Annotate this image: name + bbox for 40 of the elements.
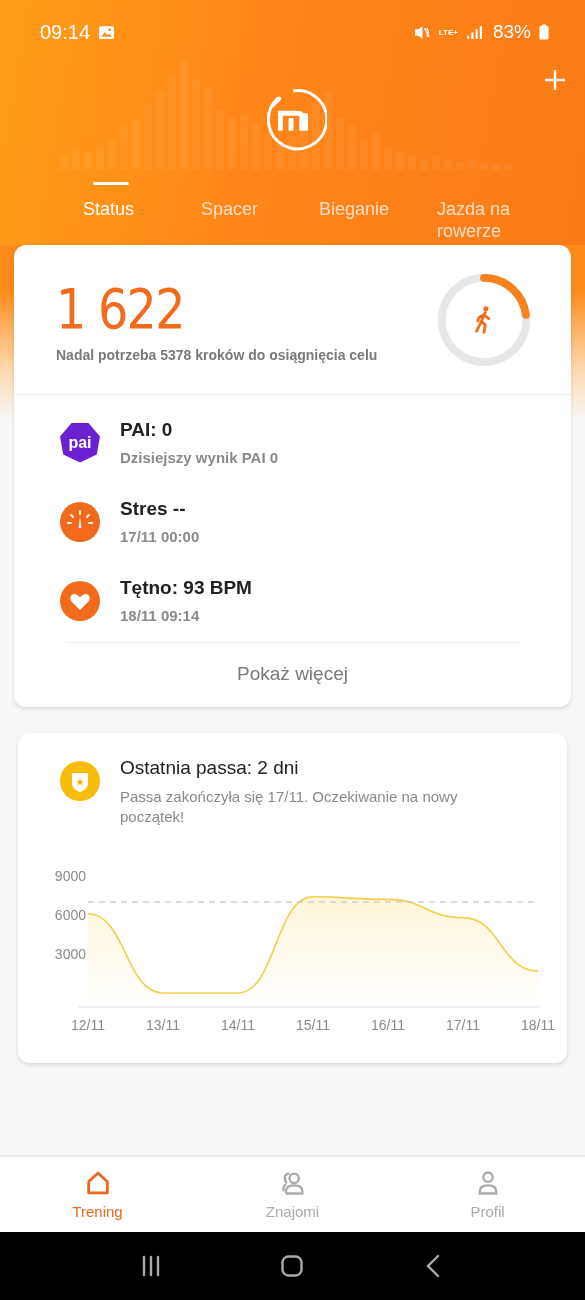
y-axis-label: 9000 [54,868,86,884]
step-count: 1 622 [56,276,185,341]
nav-tab[interactable]: Profil [427,1169,548,1220]
signal-icon [465,23,483,41]
show-more-link[interactable]: Pokaż więcej [237,643,348,707]
tab[interactable]: Bieganie [319,164,437,239]
clock-time: 09:14 [40,20,91,44]
metric-subtitle: 18/11 09:14 [120,607,201,624]
metric-subtitle: Dzisiejszy wynik PAI 0 [120,449,279,466]
nav-tab[interactable]: Trening [37,1169,158,1220]
network-type: LTE+ [438,27,458,37]
add-icon[interactable] [543,68,567,92]
tab[interactable]: Jazda na rowerze [437,164,533,239]
remaining-text: Nadal potrzeba 5378 kroków do osiągnięcia celu [56,346,378,363]
streak-description: Passa zakończyła się 17/11. Oczekiwanie na nowy początek! [120,787,459,827]
mute-icon [413,23,431,41]
battery-icon [539,24,549,40]
image-icon [98,23,116,41]
x-axis-label: 16/11 [371,1017,405,1033]
x-axis-label: 17/11 [446,1017,480,1033]
x-axis-label: 13/11 [146,1017,180,1033]
tab[interactable]: Status [68,164,201,239]
tab-indicator [93,182,129,185]
x-axis-label: 12/11 [71,1017,105,1033]
gauge-icon [60,501,100,542]
battery-percent: 83% [492,21,531,43]
streak-title: Ostatnia passa: 2 dni [120,757,300,779]
nav-tab[interactable]: Znajomi [232,1169,353,1220]
x-axis-label: 14/11 [221,1017,255,1033]
pai-badge: pai [60,422,100,463]
home-button-icon[interactable] [280,1254,305,1278]
y-axis-label: 3000 [54,946,86,962]
x-axis-label: 18/11 [521,1017,555,1033]
metric-subtitle: 17/11 00:00 [120,528,200,545]
metric-title: PAI: 0 [120,419,174,441]
metric-title: Tętno: 93 BPM [120,577,252,599]
x-axis-label: 15/11 [296,1017,330,1033]
tab[interactable]: Spacer [201,164,319,239]
y-axis-label: 6000 [54,907,86,923]
metric-title: Stres -- [120,498,187,520]
